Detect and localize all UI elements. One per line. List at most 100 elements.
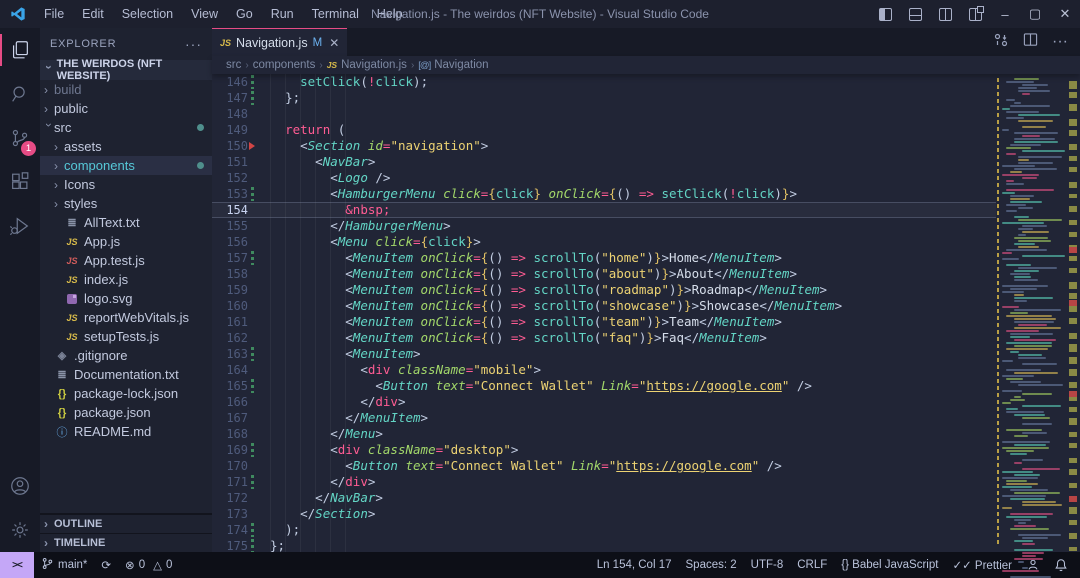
tree-item-documentation-txt[interactable]: ›≣Documentation.txt [40,365,212,384]
code-line-163[interactable]: 163 <MenuItem> [212,346,996,362]
code-line-175[interactable]: 175}; [212,538,996,552]
code-line-165[interactable]: 165 <Button text="Connect Wallet" Link="… [212,378,996,394]
account-icon[interactable] [0,464,40,508]
tree-item-app-test-js[interactable]: ›JSApp.test.js [40,251,212,270]
tree-item-icons[interactable]: ›Icons [40,175,212,194]
code-line-173[interactable]: 173 </Section> [212,506,996,522]
split-editor-icon[interactable] [1023,32,1038,52]
open-changes-icon[interactable] [993,32,1009,53]
status-utf-8[interactable]: UTF-8 [744,559,791,571]
menu-go[interactable]: Go [227,0,262,28]
breadcrumb-item[interactable]: src [226,59,241,71]
breadcrumb-item[interactable]: Navigation.js [341,59,407,71]
minimize-button[interactable]: – [990,0,1020,28]
run-debug-icon[interactable] [0,204,40,248]
tree-item-styles[interactable]: ›styles [40,194,212,213]
code-line-172[interactable]: 172 </NavBar> [212,490,996,506]
code-line-169[interactable]: 169 <div className="desktop"> [212,442,996,458]
breadcrumb-item[interactable]: components [253,59,316,71]
settings-gear-icon[interactable] [0,508,40,552]
code-line-155[interactable]: 155 </HamburgerMenu> [212,218,996,234]
close-button[interactable]: ✕ [1050,0,1080,28]
code-line-147[interactable]: 147 }; [212,90,996,106]
code-line-168[interactable]: 168 </Menu> [212,426,996,442]
code-line-150[interactable]: 150 <Section id="navigation"> [212,138,996,154]
explorer-icon[interactable] [0,28,40,72]
menu-help[interactable]: Help [368,0,412,28]
tab-navigation-js[interactable]: JS Navigation.js M ✕ [212,28,347,56]
code-line-146[interactable]: 146 setClick(!click); [212,74,996,90]
tree-item-package-lock-json[interactable]: ›{}package-lock.json [40,384,212,403]
menu-edit[interactable]: Edit [73,0,113,28]
code-editor[interactable]: 146 setClick(!click);147 };148149 return… [212,74,996,552]
tree-item-logo-svg[interactable]: ›logo.svg [40,289,212,308]
code-line-164[interactable]: 164 <div className="mobile"> [212,362,996,378]
outline-section[interactable]: ›OUTLINE [40,514,212,533]
tree-item-readme-md[interactable]: ›ⓘREADME.md [40,422,212,441]
menu-run[interactable]: Run [262,0,303,28]
code-line-149[interactable]: 149 return ( [212,122,996,138]
code-line-162[interactable]: 162 <MenuItem onClick={() => scrollTo("f… [212,330,996,346]
chevron-right-icon: › [44,536,54,550]
code-line-161[interactable]: 161 <MenuItem onClick={() => scrollTo("t… [212,314,996,330]
minimap[interactable] [996,74,1066,552]
menu-view[interactable]: View [182,0,227,28]
code-line-160[interactable]: 160 <MenuItem onClick={() => scrollTo("s… [212,298,996,314]
tree-item-index-js[interactable]: ›JSindex.js [40,270,212,289]
status--babel-javascript[interactable]: {} Babel JavaScript [834,559,945,571]
maximize-button[interactable]: ▢ [1020,0,1050,28]
code-line-148[interactable]: 148 [212,106,996,122]
source-control-icon[interactable]: 1 [0,116,40,160]
search-icon[interactable] [0,72,40,116]
code-line-152[interactable]: 152 <Logo /> [212,170,996,186]
explorer-sidebar: EXPLORER ··· › THE WEIRDOS (NFT WEBSITE)… [40,28,212,552]
code-line-151[interactable]: 151 <NavBar> [212,154,996,170]
tree-item-alltext-txt[interactable]: ›≣AllText.txt [40,213,212,232]
status-ln-154-col-17[interactable]: Ln 154, Col 17 [590,559,679,571]
breadcrumb-item[interactable]: Navigation [434,59,488,71]
menu-terminal[interactable]: Terminal [303,0,368,28]
tree-item-public[interactable]: ›public [40,99,212,118]
close-tab-icon[interactable]: ✕ [329,36,339,50]
code-line-157[interactable]: 157 <MenuItem onClick={() => scrollTo("h… [212,250,996,266]
code-line-158[interactable]: 158 <MenuItem onClick={() => scrollTo("a… [212,266,996,282]
code-line-170[interactable]: 170 <Button text="Connect Wallet" Link="… [212,458,996,474]
remote-indicator[interactable]: >< [0,552,34,578]
tree-item-assets[interactable]: ›assets [40,137,212,156]
customize-layout-icon[interactable] [960,0,990,28]
sync-icon: ⟳ [101,558,111,572]
toggle-secondary-sidebar-icon[interactable] [930,0,960,28]
code-line-171[interactable]: 171 </div> [212,474,996,490]
tree-item-build[interactable]: ›build [40,80,212,99]
tree-item-components[interactable]: ›components [40,156,212,175]
code-line-174[interactable]: 174 ); [212,522,996,538]
code-line-153[interactable]: 153 <HamburgerMenu click={click} onClick… [212,186,996,202]
workspace-root-folder[interactable]: › THE WEIRDOS (NFT WEBSITE) [40,60,212,80]
status-spaces-2[interactable]: Spaces: 2 [679,559,744,571]
tree-item-app-js[interactable]: ›JSApp.js [40,232,212,251]
explorer-more-icon[interactable]: ··· [185,36,202,52]
code-line-167[interactable]: 167 </MenuItem> [212,410,996,426]
tree-item-reportwebvitals-js[interactable]: ›JSreportWebVitals.js [40,308,212,327]
tree-item-src[interactable]: ›src [40,118,212,137]
editor-more-actions-icon[interactable]: ··· [1052,33,1068,51]
toggle-sidebar-icon[interactable] [870,0,900,28]
status-crlf[interactable]: CRLF [790,559,834,571]
sync-changes-item[interactable]: ⟳ [94,552,118,578]
tree-item-package-json[interactable]: ›{}package.json [40,403,212,422]
code-line-166[interactable]: 166 </div> [212,394,996,410]
extensions-icon[interactable] [0,160,40,204]
tree-item-setuptests-js[interactable]: ›JSsetupTests.js [40,327,212,346]
notifications-bell-icon[interactable] [1047,552,1080,578]
problems-item[interactable]: ⊗0 △0 [118,552,179,578]
code-line-154[interactable]: 154 &nbsp; [212,202,996,218]
menu-file[interactable]: File [35,0,73,28]
code-line-156[interactable]: 156 <Menu click={click}> [212,234,996,250]
git-branch-item[interactable]: main* [34,552,94,578]
overview-ruler-scrollbar[interactable] [1066,74,1080,552]
code-line-159[interactable]: 159 <MenuItem onClick={() => scrollTo("r… [212,282,996,298]
toggle-panel-icon[interactable] [900,0,930,28]
tree-item--gitignore[interactable]: ›◈.gitignore [40,346,212,365]
menu-selection[interactable]: Selection [113,0,182,28]
timeline-section[interactable]: ›TIMELINE [40,533,212,552]
